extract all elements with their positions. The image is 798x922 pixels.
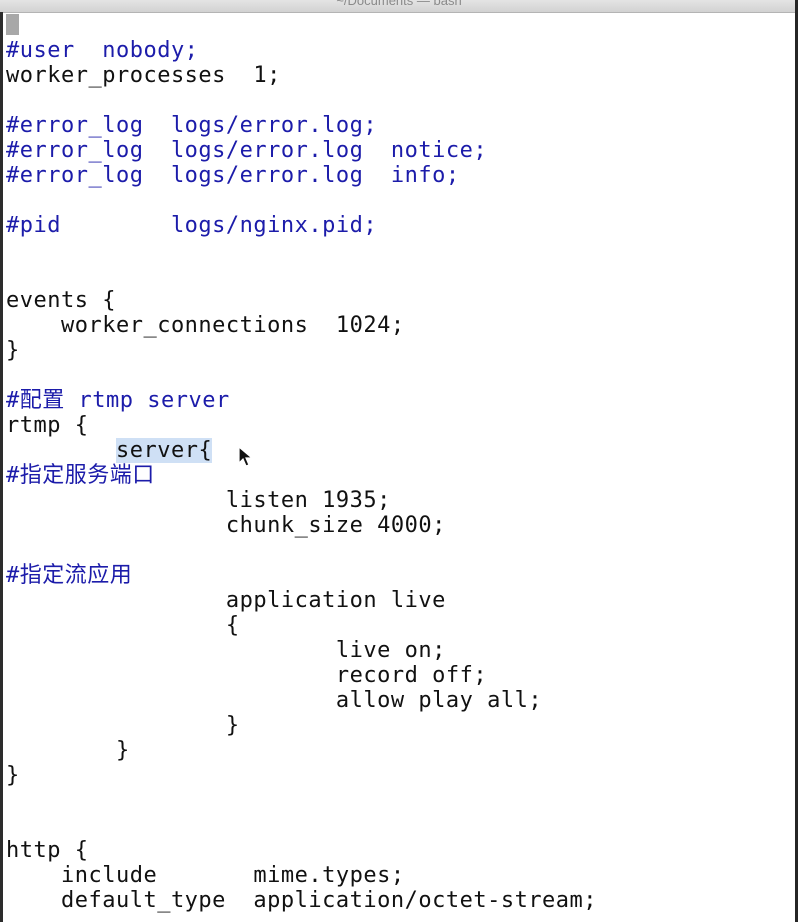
code-line: application live xyxy=(6,588,446,613)
code-line: listen 1935; xyxy=(6,488,391,513)
code-line: include mime.types; xyxy=(6,863,405,888)
window-title: ~/Documents — bash xyxy=(336,0,462,8)
selected-text[interactable]: server{ xyxy=(115,438,213,463)
code-line: worker_connections 1024; xyxy=(6,313,405,338)
comment-line: #指定服务端口 xyxy=(6,463,155,488)
code-line: events { xyxy=(6,288,116,313)
code-line: server{ xyxy=(6,438,791,463)
code-line: { xyxy=(6,613,240,638)
comment-line: #user nobody; xyxy=(6,38,199,63)
code-line: live on; xyxy=(6,638,446,663)
code-line: chunk_size 4000; xyxy=(6,513,446,538)
code-line: } xyxy=(6,338,20,363)
comment-line: #指定流应用 xyxy=(6,563,133,588)
code-line: } xyxy=(6,763,20,788)
code-line: record off; xyxy=(6,663,488,688)
code-line: rtmp { xyxy=(6,413,89,438)
code-line: } xyxy=(6,713,240,738)
comment-line: #error_log logs/error.log; xyxy=(6,113,378,138)
window-titlebar[interactable]: ~/Documents — bash xyxy=(0,0,798,13)
terminal-cursor xyxy=(6,14,19,35)
comment-line: #error_log logs/error.log info; xyxy=(6,163,460,188)
code-line: http { xyxy=(6,838,89,863)
code-line: default_type application/octet-stream; xyxy=(6,888,598,913)
window-left-border xyxy=(0,12,3,922)
comment-line: #pid logs/nginx.pid; xyxy=(6,213,378,238)
comment-line: #配置 rtmp server xyxy=(6,388,230,413)
code-line: worker_processes 1; xyxy=(6,63,281,88)
code-line: } xyxy=(6,738,130,763)
comment-line: #error_log logs/error.log notice; xyxy=(6,138,488,163)
code-editor[interactable]: #user nobody; worker_processes 1; #error_l… xyxy=(6,38,791,922)
mouse-pointer-icon xyxy=(238,446,254,467)
code-line: allow play all; xyxy=(6,688,543,713)
